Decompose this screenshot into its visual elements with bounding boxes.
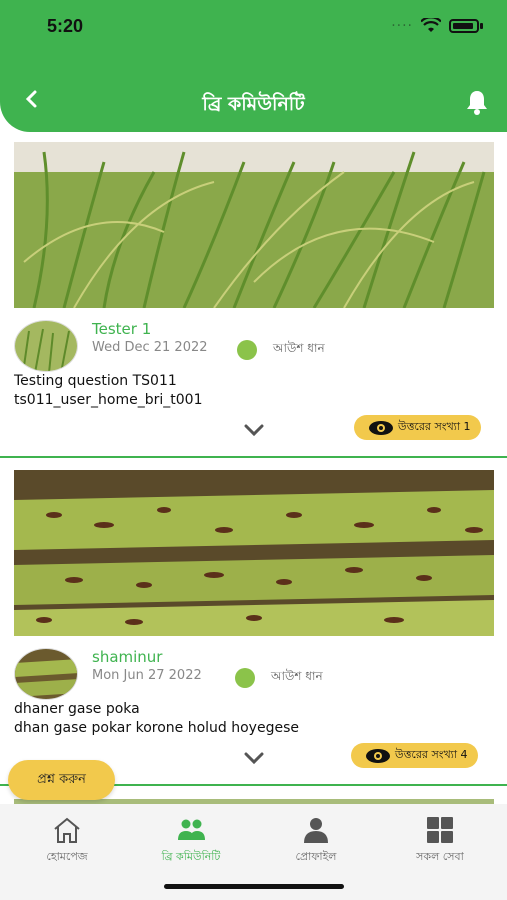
nav-profile-label: প্রোফাইল — [295, 850, 337, 863]
answer-count-label: উত্তরের সংখ্যা 4 — [395, 748, 468, 761]
status-icons: ···· — [391, 18, 483, 34]
community-icon — [178, 819, 205, 840]
signal-dots-icon: ···· — [391, 18, 413, 34]
wifi-icon — [421, 18, 441, 32]
app-header: 5:20 ···· ব্রি কমিউনিটি — [0, 0, 507, 132]
crop-label: আউশ ধান — [273, 341, 325, 355]
battery-icon — [449, 19, 479, 33]
question-body: ts011_user_home_bri_t001 — [14, 392, 203, 408]
notification-button[interactable] — [463, 88, 491, 116]
nav-home[interactable]: হোমপেজ — [12, 816, 122, 867]
avatar — [14, 320, 78, 372]
nav-community[interactable]: ব্রি কমিউনিটি — [136, 816, 246, 867]
answer-count-button[interactable]: উত্তরের সংখ্যা 4 — [351, 743, 478, 768]
home-icon — [54, 817, 80, 843]
avatar — [14, 648, 78, 700]
eye-icon — [366, 748, 390, 763]
bell-icon — [467, 91, 487, 115]
crop-status-icon — [235, 668, 255, 688]
nav-community-label: ব্রি কমিউনিটি — [161, 850, 221, 863]
community-feed[interactable]: Tester 1 Wed Dec 21 2022 আউশ ধান Testing… — [0, 132, 507, 804]
page-title: ব্রি কমিউনিটি — [202, 93, 305, 115]
question-title: Testing question TS011 — [14, 373, 177, 389]
eye-icon — [369, 420, 393, 435]
question-body: dhan gase pokar korone holud hoyegese — [14, 720, 299, 736]
post-image[interactable] — [14, 470, 494, 636]
expand-button[interactable] — [243, 422, 265, 437]
post-date: Wed Dec 21 2022 — [92, 340, 208, 355]
answer-count-button[interactable]: উত্তরের সংখ্যা 1 — [354, 415, 481, 440]
nav-home-label: হোমপেজ — [46, 850, 88, 863]
grid-icon — [427, 817, 453, 843]
chevron-down-icon — [244, 752, 264, 765]
crop-label: আউশ ধান — [271, 669, 323, 683]
ask-question-button[interactable]: প্রশ্ন করুন — [8, 760, 115, 800]
chevron-down-icon — [244, 424, 264, 437]
battery-tip — [480, 23, 483, 29]
post-date: Mon Jun 27 2022 — [92, 668, 202, 683]
post-image[interactable] — [14, 142, 494, 308]
home-indicator — [164, 884, 344, 889]
post-author[interactable]: shaminur — [92, 648, 162, 666]
post-divider — [0, 456, 507, 458]
expand-button[interactable] — [243, 750, 265, 765]
nav-all-services-label: সকল সেবা — [416, 850, 464, 863]
question-title: dhaner gase poka — [14, 701, 140, 717]
status-time: 5:20 — [47, 16, 84, 36]
answer-count-label: উত্তরের সংখ্যা 1 — [398, 420, 471, 433]
profile-icon — [304, 818, 328, 843]
nav-profile[interactable]: প্রোফাইল — [261, 816, 371, 867]
nav-all-services[interactable]: সকল সেবা — [385, 816, 495, 867]
crop-status-icon — [237, 340, 257, 360]
post-author[interactable]: Tester 1 — [92, 320, 151, 338]
